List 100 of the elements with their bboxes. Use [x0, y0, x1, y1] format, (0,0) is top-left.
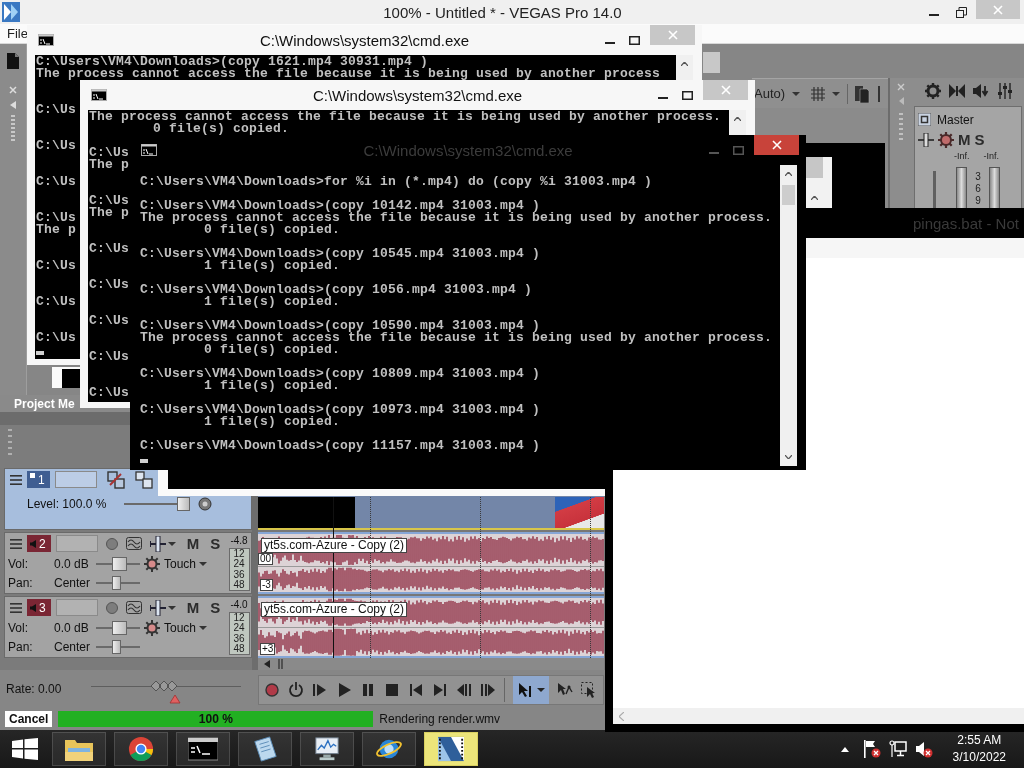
mute-button[interactable]: M: [186, 599, 200, 616]
automation-mode[interactable]: Touch: [164, 556, 197, 571]
slider-thumb[interactable]: [177, 497, 191, 511]
edit-tool-button[interactable]: [513, 676, 549, 704]
record-arm-icon[interactable]: [105, 601, 118, 614]
selection-tool-icon[interactable]: [581, 682, 597, 698]
menu-item[interactable]: File: [7, 26, 28, 41]
play-icon[interactable]: [336, 682, 352, 698]
fader-icon[interactable]: [918, 133, 934, 147]
document-icon[interactable]: [7, 53, 19, 69]
track-name-field[interactable]: [54, 471, 97, 488]
caret-icon[interactable]: [792, 91, 801, 96]
flag-icon[interactable]: [862, 740, 881, 758]
scroll-thumb-icon[interactable]: [278, 659, 285, 669]
caret-icon[interactable]: [199, 625, 207, 630]
scroll-up-icon[interactable]: [734, 117, 741, 121]
track-name-field[interactable]: [55, 599, 98, 616]
preview-quality-dropdown[interactable]: Auto): [754, 86, 786, 101]
network-icon[interactable]: [888, 740, 907, 758]
track-number[interactable]: 3: [27, 599, 51, 616]
track-name-field[interactable]: [55, 535, 98, 552]
slider-thumb[interactable]: [111, 575, 121, 590]
audio-event[interactable]: yt5s.com-Azure - Copy (2) +3: [258, 596, 604, 658]
disc-icon[interactable]: [198, 497, 213, 511]
play-from-start-icon[interactable]: [312, 682, 328, 698]
gear-icon[interactable]: [925, 83, 941, 99]
track-number[interactable]: 1: [27, 471, 50, 488]
caret-up-icon[interactable]: [840, 746, 849, 752]
record-icon[interactable]: [264, 682, 280, 698]
record-arm-icon[interactable]: [105, 537, 118, 550]
scroll-up-icon[interactable]: [811, 196, 818, 200]
pan-slider[interactable]: [96, 575, 140, 590]
power-icon[interactable]: [288, 682, 304, 698]
go-to-end-icon[interactable]: [432, 682, 448, 698]
track-menu-icon[interactable]: [10, 538, 22, 549]
audio-event[interactable]: yt5s.com-Azure - Copy (2) 00 -3: [258, 532, 604, 594]
nested-square-icon[interactable]: [918, 113, 931, 126]
wave-icon[interactable]: [125, 537, 142, 550]
track-menu-icon[interactable]: [10, 602, 22, 613]
start-icon[interactable]: [12, 738, 38, 760]
gear-icon[interactable]: [938, 132, 954, 148]
fader-icon[interactable]: [149, 535, 166, 552]
caret-icon[interactable]: [167, 541, 176, 546]
scroll-down-icon[interactable]: [785, 455, 792, 459]
peak-label: -Inf.: [983, 151, 1000, 163]
grip-icon[interactable]: [899, 113, 903, 141]
envelope-tool-icon[interactable]: [557, 682, 573, 698]
next-frame-icon[interactable]: [480, 682, 496, 698]
grip-icon[interactable]: [8, 429, 12, 455]
gear-icon[interactable]: [144, 619, 160, 636]
level-slider[interactable]: [124, 497, 191, 511]
clock[interactable]: 2:55 AM 3/10/2022: [952, 732, 1006, 766]
track-menu-icon[interactable]: [10, 475, 22, 485]
slider-thumb[interactable]: [111, 639, 121, 654]
solo-button[interactable]: S: [210, 599, 221, 616]
track-number[interactable]: 2: [27, 535, 51, 552]
scrollbar-thumb[interactable]: [782, 185, 795, 205]
taskbar-button[interactable]: [424, 732, 478, 766]
track-header[interactable]: 3 M S Vol: 0.0 dB Touch Pan: Center -4.0 12 24 36 48: [4, 596, 252, 658]
crossed-squares-icon[interactable]: [106, 471, 125, 489]
rate-slider[interactable]: [91, 680, 242, 704]
automation-mode[interactable]: Touch: [164, 620, 197, 635]
slider-thumb[interactable]: [111, 620, 127, 635]
scroll-up-icon[interactable]: [681, 62, 688, 66]
scroll-left-icon[interactable]: [264, 660, 270, 668]
speaker-arrow-icon[interactable]: [973, 83, 989, 99]
fader-icon[interactable]: [149, 599, 166, 616]
cancel-button[interactable]: Cancel: [5, 711, 53, 727]
close-button[interactable]: [754, 135, 799, 155]
grip-icon[interactable]: [11, 115, 15, 143]
caret-icon[interactable]: [199, 561, 207, 566]
maximize-icon[interactable]: [682, 90, 693, 100]
gear-icon[interactable]: [144, 555, 160, 572]
go-to-start-icon[interactable]: [408, 682, 424, 698]
maximize-icon[interactable]: [629, 35, 640, 45]
scrollbar-thumb[interactable]: [806, 157, 823, 178]
mute-button[interactable]: M: [186, 535, 200, 552]
track-header[interactable]: 2 M S Vol: 0.0 dB Touch Pan: Center -4.8 12 24 36 48: [4, 532, 252, 594]
wave-icon[interactable]: [125, 601, 142, 614]
caret-icon[interactable]: [832, 91, 841, 96]
pan-slider[interactable]: [96, 639, 140, 654]
stop-icon[interactable]: [384, 682, 400, 698]
slider-thumb[interactable]: [151, 680, 182, 704]
bowtie-icon[interactable]: [949, 83, 965, 99]
volume-slider[interactable]: [96, 556, 140, 571]
previous-frame-icon[interactable]: [456, 682, 472, 698]
solo-button[interactable]: S: [210, 535, 221, 552]
copy-icon[interactable]: [855, 84, 882, 103]
mute-button[interactable]: M: [958, 132, 971, 148]
speaker-muted-icon[interactable]: [914, 740, 933, 758]
caret-icon[interactable]: [167, 605, 176, 610]
volume-slider[interactable]: [96, 620, 140, 635]
pause-icon[interactable]: [360, 682, 376, 698]
stacked-squares-icon[interactable]: [134, 471, 153, 489]
solo-button[interactable]: S: [974, 132, 985, 148]
grid-icon[interactable]: [811, 86, 826, 101]
scroll-up-icon[interactable]: [785, 172, 792, 176]
mixer-icon[interactable]: [997, 83, 1013, 99]
restore-icon[interactable]: [956, 6, 967, 18]
slider-thumb[interactable]: [111, 556, 127, 571]
